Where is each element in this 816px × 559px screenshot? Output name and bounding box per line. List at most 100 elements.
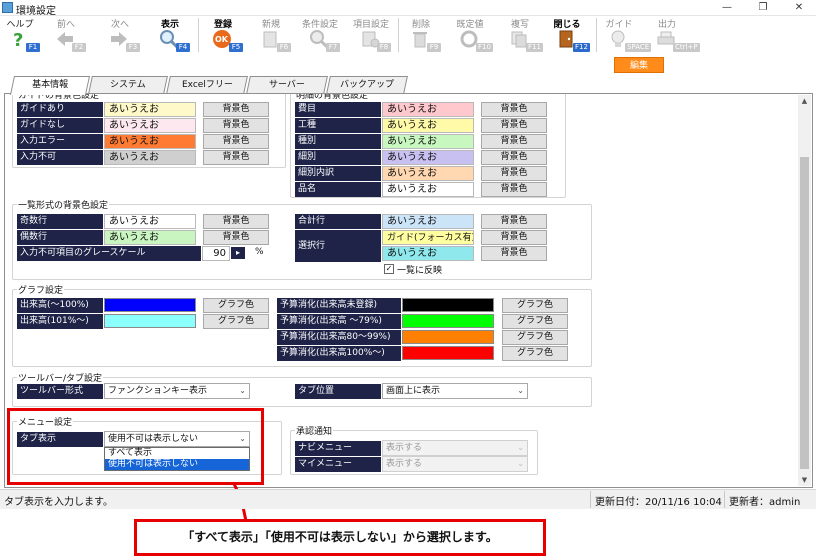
prev-button[interactable]: 前へ F2 (46, 16, 90, 54)
graph-title: グラフ設定 (17, 283, 65, 296)
graph-color-button[interactable]: グラフ色 (203, 314, 269, 329)
toolbar-separator (398, 18, 399, 52)
toolbar-format-label: ツールバー形式 (17, 384, 103, 399)
grayscale-label: 入力不可項目のグレースケール (17, 246, 201, 261)
guide-row-label: ガイドなし (17, 118, 103, 133)
detail-row-sample: あいうえお (382, 118, 474, 133)
detail-row-bg-button[interactable]: 背景色 (481, 182, 547, 197)
detail-row-bg-button[interactable]: 背景色 (481, 134, 547, 149)
scrollbar-thumb[interactable] (800, 157, 809, 469)
list-row-label: 偶数行 (17, 230, 103, 245)
highlight-box (7, 408, 264, 485)
tab-system[interactable]: システム (88, 76, 168, 94)
reflect-list-checkbox[interactable]: ✓ (384, 264, 394, 274)
detail-bg-title: 明細の背景色設定 (295, 94, 370, 101)
status-divider (590, 491, 591, 508)
default-button[interactable]: 既定値 F10 (450, 16, 494, 54)
grayscale-input[interactable]: 90 (202, 246, 230, 261)
graph-color-button[interactable]: グラフ色 (502, 298, 568, 313)
graph-row-label: 出来高(101%～) (17, 314, 103, 329)
detail-row-bg-button[interactable]: 背景色 (481, 166, 547, 181)
minimize-button[interactable]: — (710, 0, 744, 16)
guide-button[interactable]: ガイド SPACE (599, 16, 652, 54)
guide-row-label: 入力不可 (17, 150, 103, 165)
copy-button[interactable]: 複写 F11 (500, 16, 544, 54)
close-button[interactable]: 閉じる F12 (547, 16, 591, 54)
status-bar: タブ表示を入力します。 更新日付：20/11/16 10:04 更新者：admi… (0, 489, 816, 509)
guide-row-bg-button[interactable]: 背景色 (203, 102, 269, 117)
select-guide-bg-button[interactable]: 背景色 (481, 230, 547, 245)
list-row-bg-button[interactable]: 背景色 (203, 214, 269, 229)
new-button[interactable]: 新規 F6 (251, 16, 295, 54)
guide-row-bg-button[interactable]: 背景色 (203, 134, 269, 149)
guide-row-sample: あいうえお (104, 150, 196, 165)
grayscale-spin-icon[interactable]: ▸ (231, 247, 245, 259)
guide-row-label: ガイドあり (17, 102, 103, 117)
next-button[interactable]: 次へ F3 (100, 16, 144, 54)
tab-label: サーバー (269, 80, 305, 90)
close-window-button[interactable]: ✕ (782, 0, 816, 16)
scroll-up-icon[interactable]: ▲ (798, 95, 811, 107)
item-settings-button[interactable]: 項目設定 F8 (351, 16, 395, 54)
graph-color-swatch (104, 314, 196, 328)
svg-text:?: ? (13, 30, 23, 49)
graph-color-button[interactable]: グラフ色 (502, 330, 568, 345)
tab-backup[interactable]: バックアップ (326, 76, 408, 94)
help-button[interactable]: ヘルプ ? F1 (0, 16, 44, 54)
tab-excel-free[interactable]: Excelフリー (166, 76, 248, 94)
graph-row-label: 出来高(～100%) (17, 298, 103, 313)
navi-menu-select[interactable]: 表示する ⌄ (382, 440, 528, 456)
detail-row-label: 費目 (295, 102, 381, 117)
register-button[interactable]: 登録 OK F5 (203, 16, 247, 54)
detail-row-bg-button[interactable]: 背景色 (481, 102, 547, 117)
select-guide-sample: ガイド(フォーカス有) (382, 230, 474, 245)
condition-button[interactable]: 条件設定 F7 (300, 16, 344, 54)
close-fkey: F12 (573, 43, 590, 52)
detail-row-label: 細別内訳 (295, 166, 381, 181)
graph-row-label: 予算消化(出来高80～99%) (277, 330, 401, 345)
next-fkey: F3 (126, 43, 140, 52)
status-divider (724, 491, 725, 508)
list-row-sample: あいうえお (104, 230, 196, 245)
window-title: 環境設定 (16, 6, 56, 17)
graph-color-swatch (402, 346, 494, 360)
detail-row-label: 細別 (295, 150, 381, 165)
updater: 更新者：admin (729, 497, 801, 508)
print-button[interactable]: 出力 Ctrl+P (647, 16, 700, 54)
graph-color-button[interactable]: グラフ色 (502, 346, 568, 361)
chevron-down-icon: ⌄ (517, 386, 524, 395)
tab-position-select[interactable]: 画面上に表示 ⌄ (382, 383, 528, 399)
toolbar-format-select[interactable]: ファンクションキー表示 ⌄ (104, 383, 250, 399)
delete-fkey: F9 (427, 43, 441, 52)
reflect-list-label: 一覧に反映 (397, 266, 443, 276)
guide-row-sample: あいうえお (104, 118, 196, 133)
guide-row-label: 入力エラー (17, 134, 103, 149)
delete-button[interactable]: 削除 F9 (401, 16, 445, 54)
navi-menu-label: ナビメニュー (295, 441, 381, 456)
total-row-bg-button[interactable]: 背景色 (481, 214, 547, 229)
tab-label: バックアップ (339, 80, 394, 90)
scroll-down-icon[interactable]: ▼ (798, 474, 811, 486)
restore-button[interactable]: ❐ (746, 0, 780, 16)
detail-row-bg-button[interactable]: 背景色 (481, 150, 547, 165)
chevron-down-icon: ⌄ (517, 443, 524, 452)
tab-server[interactable]: サーバー (246, 76, 328, 94)
guide-row-sample: あいうえお (104, 134, 196, 149)
detail-row-bg-button[interactable]: 背景色 (481, 118, 547, 133)
graph-color-button[interactable]: グラフ色 (502, 314, 568, 329)
svg-text:OK: OK (215, 35, 229, 44)
chevron-down-icon: ⌄ (239, 386, 246, 395)
approval-title: 承認通知 (295, 424, 334, 437)
graph-color-button[interactable]: グラフ色 (203, 298, 269, 313)
select-row-bg-button[interactable]: 背景色 (481, 246, 547, 261)
vertical-scrollbar[interactable]: ▲ ▼ (798, 95, 811, 486)
tab-basic-info[interactable]: 基本情報 (9, 76, 91, 95)
guide-row-bg-button[interactable]: 背景色 (203, 150, 269, 165)
edit-button[interactable]: 編集 (614, 57, 664, 73)
navi-menu-value: 表示する (386, 443, 423, 453)
grayscale-unit: % (255, 247, 264, 257)
view-button[interactable]: 表示 F4 (150, 16, 194, 54)
my-menu-select[interactable]: 表示する ⌄ (382, 456, 528, 472)
guide-row-bg-button[interactable]: 背景色 (203, 118, 269, 133)
list-row-bg-button[interactable]: 背景色 (203, 230, 269, 245)
